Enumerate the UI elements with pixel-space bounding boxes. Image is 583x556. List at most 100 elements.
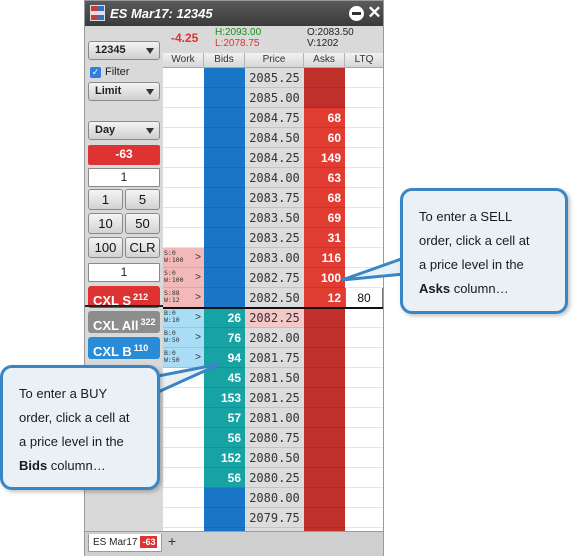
bid-cell[interactable]: 152 [204, 448, 245, 468]
work-cell[interactable] [163, 408, 204, 428]
work-cell[interactable]: S:88 W:12 > [163, 288, 204, 308]
qty-10-button[interactable]: 10 [88, 213, 123, 234]
chevron-down-icon [146, 89, 154, 95]
work-cell[interactable] [163, 168, 204, 188]
account-dropdown[interactable]: 12345 [88, 41, 160, 60]
ask-cell[interactable]: 69 [304, 208, 345, 228]
bid-cell[interactable] [204, 288, 245, 308]
ask-cell[interactable]: 68 [304, 108, 345, 128]
ask-cell[interactable]: 68 [304, 188, 345, 208]
ltq-cell: 80 [345, 288, 383, 308]
ask-cell[interactable] [304, 328, 345, 348]
work-cell[interactable] [163, 208, 204, 228]
bid-cell[interactable] [204, 228, 245, 248]
ltq-cell [345, 408, 383, 428]
ask-cell[interactable] [304, 488, 345, 508]
work-cell[interactable] [163, 188, 204, 208]
ask-cell[interactable]: 60 [304, 128, 345, 148]
bid-cell[interactable]: 56 [204, 468, 245, 488]
bid-cell[interactable] [204, 268, 245, 288]
ask-cell[interactable] [304, 408, 345, 428]
cxl-b-count: 110 [133, 343, 149, 353]
tab-es-mar17[interactable]: ES Mar17 -63 [88, 534, 162, 552]
bid-cell[interactable] [204, 488, 245, 508]
ask-cell[interactable] [304, 68, 345, 88]
ltq-cell [345, 508, 383, 528]
quantity-input-2[interactable]: 1 [88, 263, 160, 282]
title-bar[interactable]: ES Mar17: 12345 ✕ [85, 1, 383, 26]
work-cell[interactable] [163, 128, 204, 148]
order-type-dropdown[interactable]: Limit [88, 82, 160, 101]
cancel-buys-button[interactable]: CXL B 110 [88, 337, 160, 359]
bid-cell[interactable]: 57 [204, 408, 245, 428]
header-bids[interactable]: Bids [204, 53, 245, 68]
work-cell[interactable]: S:0 W:100 > [163, 248, 204, 268]
ltq-cell [345, 468, 383, 488]
ask-cell[interactable] [304, 88, 345, 108]
cancel-all-button[interactable]: CXL All 322 [88, 311, 160, 333]
chevron-right-icon: > [195, 332, 201, 343]
bid-cell[interactable]: 26 [204, 308, 245, 328]
minimize-icon[interactable] [349, 6, 364, 21]
work-cell[interactable] [163, 108, 204, 128]
bid-cell[interactable] [204, 248, 245, 268]
ask-cell[interactable]: 12 [304, 288, 345, 308]
ltq-cell [345, 228, 383, 248]
work-cell[interactable] [163, 228, 204, 248]
header-asks[interactable]: Asks [304, 53, 345, 68]
work-cell[interactable] [163, 488, 204, 508]
tif-value: Day [95, 124, 116, 136]
ltq-cell [345, 148, 383, 168]
ask-cell[interactable] [304, 308, 345, 328]
work-cell[interactable]: S:0 W:100 > [163, 268, 204, 288]
checkmark-icon[interactable]: ✓ [90, 67, 101, 78]
qty-50-button[interactable]: 50 [125, 213, 160, 234]
qty-1-button[interactable]: 1 [88, 189, 123, 210]
quantity-input[interactable]: 1 [88, 168, 160, 187]
ask-cell[interactable]: 31 [304, 228, 345, 248]
header-ltq[interactable]: LTQ [345, 53, 383, 68]
bid-cell[interactable] [204, 108, 245, 128]
bid-cell[interactable] [204, 188, 245, 208]
qty-5-button[interactable]: 5 [125, 189, 160, 210]
work-cell[interactable] [163, 508, 204, 528]
price-cell: 2079.75 [249, 511, 300, 525]
tif-dropdown[interactable]: Day [88, 121, 160, 140]
add-tab-button[interactable]: + [165, 534, 179, 549]
bid-cell[interactable] [204, 128, 245, 148]
sell-callout-line3: a price level in the [419, 257, 524, 272]
header-work[interactable]: Work [163, 53, 204, 68]
work-cell[interactable] [163, 88, 204, 108]
work-cell[interactable] [163, 468, 204, 488]
bid-cell[interactable] [204, 148, 245, 168]
bid-cell[interactable] [204, 168, 245, 188]
ask-cell[interactable] [304, 388, 345, 408]
ask-cell[interactable]: 63 [304, 168, 345, 188]
ask-cell[interactable] [304, 508, 345, 528]
ask-cell[interactable] [304, 448, 345, 468]
ask-cell[interactable] [304, 368, 345, 388]
ask-cell[interactable] [304, 348, 345, 368]
clear-qty-button[interactable]: CLR [125, 237, 160, 258]
header-price[interactable]: Price [245, 53, 304, 68]
bid-cell[interactable] [204, 208, 245, 228]
bid-cell[interactable]: 76 [204, 328, 245, 348]
work-cell[interactable] [163, 428, 204, 448]
close-icon[interactable]: ✕ [367, 4, 382, 21]
price-cell: 2085.25 [249, 71, 300, 85]
work-cell[interactable] [163, 448, 204, 468]
qty-100-button[interactable]: 100 [88, 237, 123, 258]
ask-cell[interactable]: 149 [304, 148, 345, 168]
work-cell[interactable]: B:0 W:50 > [163, 328, 204, 348]
chevron-down-icon [146, 128, 154, 134]
bid-cell[interactable]: 56 [204, 428, 245, 448]
bid-cell[interactable] [204, 508, 245, 528]
work-cell[interactable] [163, 68, 204, 88]
ltq-cell [345, 208, 383, 228]
work-cell[interactable] [163, 148, 204, 168]
ask-cell[interactable] [304, 428, 345, 448]
bid-cell[interactable] [204, 88, 245, 108]
work-cell[interactable]: B:0 W:10 > [163, 308, 204, 328]
ask-cell[interactable] [304, 468, 345, 488]
bid-cell[interactable] [204, 68, 245, 88]
